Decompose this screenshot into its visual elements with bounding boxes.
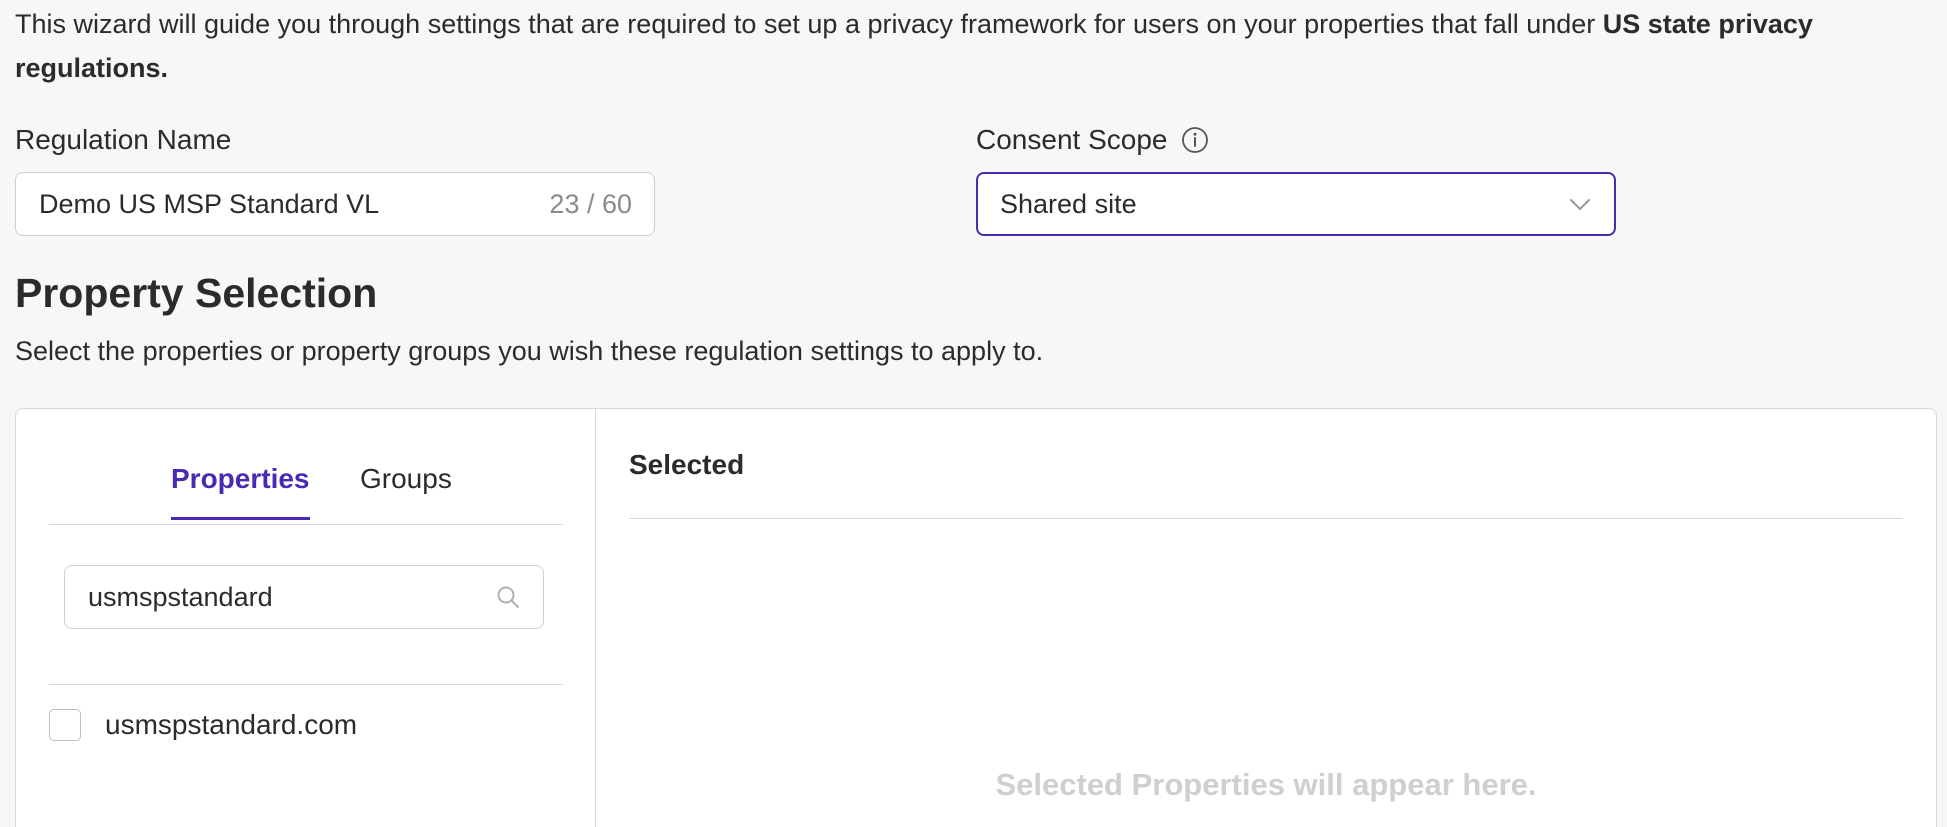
- property-selection-description: Select the properties or property groups…: [15, 336, 1044, 366]
- consent-scope-label: Consent Scope: [976, 124, 1209, 156]
- tab-groups[interactable]: Groups: [360, 463, 452, 517]
- character-counter: 23 / 60: [549, 188, 632, 219]
- chevron-down-icon: [1568, 192, 1592, 216]
- property-search-input[interactable]: usmspstandard: [64, 565, 544, 629]
- property-selection-title: Property Selection: [15, 270, 378, 316]
- selected-properties-pane: Selected Selected Properties will appear…: [596, 409, 1936, 827]
- wizard-page: This wizard will guide you through setti…: [0, 0, 1947, 827]
- property-tabs: Properties Groups: [49, 409, 563, 525]
- consent-scope-label-text: Consent Scope: [976, 124, 1168, 155]
- regulation-name-value: Demo US MSP Standard VL: [39, 188, 380, 219]
- intro-body: This wizard will guide you through setti…: [15, 9, 1603, 39]
- tab-properties[interactable]: Properties: [171, 463, 310, 520]
- selected-divider: [629, 518, 1903, 519]
- selected-empty-state: Selected Properties will appear here.: [995, 767, 1537, 802]
- regulation-name-input[interactable]: Demo US MSP Standard VL 23 / 60: [15, 172, 655, 236]
- regulation-name-label-text: Regulation Name: [15, 124, 232, 155]
- consent-scope-select[interactable]: Shared site: [976, 172, 1616, 236]
- intro-text: This wizard will guide you through setti…: [15, 2, 1915, 90]
- property-selection-panel: Properties Groups usmspstandard usmspsta…: [15, 408, 1937, 827]
- search-value: usmspstandard: [88, 581, 273, 612]
- property-checkbox[interactable]: [49, 709, 81, 741]
- list-item[interactable]: usmspstandard.com: [49, 709, 357, 741]
- info-icon[interactable]: [1181, 126, 1209, 154]
- property-name: usmspstandard.com: [105, 709, 358, 740]
- list-divider: [49, 684, 563, 685]
- property-picker: Properties Groups usmspstandard usmspsta…: [16, 409, 596, 827]
- search-icon[interactable]: [495, 584, 521, 610]
- consent-scope-selected: Shared site: [1000, 188, 1137, 219]
- selected-title: Selected: [629, 449, 745, 480]
- regulation-name-label: Regulation Name: [15, 124, 231, 156]
